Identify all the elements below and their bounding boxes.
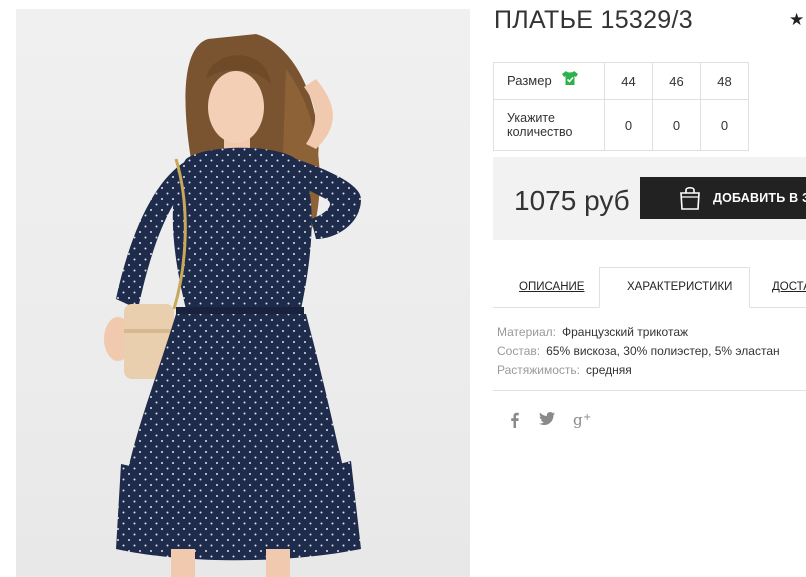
tab-delivery[interactable]: ДОСТАВКА (772, 281, 806, 293)
price-bar: 1075 руб ДОБАВИТЬ В ЗАКАЗ (493, 157, 806, 240)
size-option-46[interactable]: 46 (652, 62, 701, 100)
quantity-input-46[interactable]: 0 (652, 99, 701, 151)
size-label: Размер (507, 72, 552, 88)
size-table: Размер 44 46 48 Укажите количество 0 0 0 (493, 62, 749, 151)
svg-text:g: g (573, 412, 583, 428)
tab-characteristics[interactable]: ХАРАКТЕРИСТИКИ (627, 281, 732, 293)
quantity-input-44[interactable]: 0 (604, 99, 653, 151)
svg-text:+: + (583, 412, 591, 423)
product-photo[interactable] (16, 9, 470, 577)
size-option-48[interactable]: 48 (700, 62, 749, 100)
add-to-order-label: ДОБАВИТЬ В ЗАКАЗ (713, 191, 806, 205)
quantity-label: Укажите количество (493, 99, 605, 151)
quantity-row: Укажите количество 0 0 0 (493, 99, 749, 151)
dress-model-image (104, 34, 361, 577)
spec-value: средняя (586, 363, 632, 377)
tab-description[interactable]: ОПИСАНИЕ (519, 281, 584, 293)
divider (493, 390, 806, 391)
quantity-label-line1: Укажите (507, 111, 555, 125)
twitter-icon[interactable] (539, 412, 555, 430)
spec-key: Растяжимость: (497, 363, 581, 377)
quantity-label-line2: количество (507, 125, 573, 139)
product-title: ПЛАТЬЕ 15329/3 (494, 6, 693, 34)
spec-value: Французский трикотаж (561, 325, 689, 339)
size-option-44[interactable]: 44 (604, 62, 653, 100)
spec-row-material: Материал: Французский трикотаж (497, 323, 780, 342)
facebook-icon[interactable] (510, 412, 520, 433)
price: 1075 руб (514, 185, 630, 216)
spec-row-stretch: Растяжимость: средняя (497, 361, 780, 380)
spec-key: Состав: (497, 344, 541, 358)
quantity-input-48[interactable]: 0 (700, 99, 749, 151)
size-label-cell: Размер (493, 62, 605, 100)
size-row: Размер 44 46 48 (493, 62, 749, 100)
shopping-bag-icon (678, 185, 702, 216)
tshirt-check-icon (561, 70, 579, 89)
add-to-order-button[interactable]: ДОБАВИТЬ В ЗАКАЗ (640, 177, 806, 219)
spec-row-composition: Состав: 65% вискоза, 30% полиэстер, 5% эл… (497, 342, 780, 361)
google-plus-icon[interactable]: g + (573, 411, 591, 433)
rating-star-icon[interactable]: ★ (789, 10, 804, 30)
specs-list: Материал: Французский трикотаж Состав: 65%… (497, 323, 780, 380)
spec-value: 65% вискоза, 30% полиэстер, 5% эластан (546, 344, 780, 358)
spec-key: Материал: (497, 325, 556, 339)
